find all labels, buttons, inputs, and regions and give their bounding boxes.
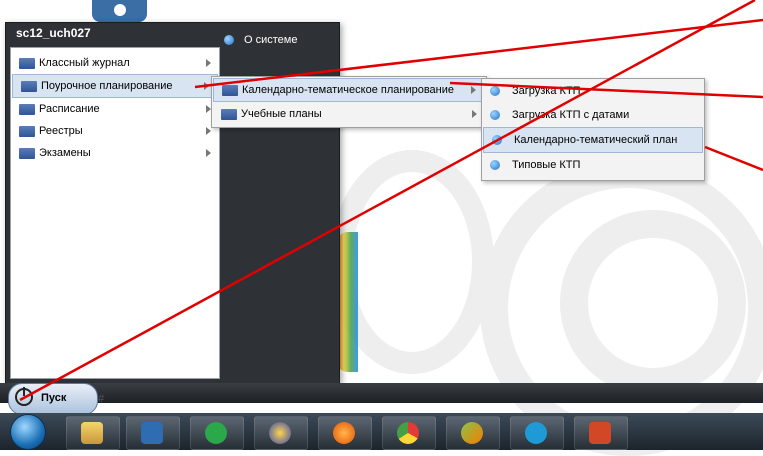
annotation-line [449,81,763,99]
annotation-lines [19,0,763,402]
annotation-line [704,145,763,172]
annotation-line [194,18,763,89]
annotation-line [19,0,756,402]
